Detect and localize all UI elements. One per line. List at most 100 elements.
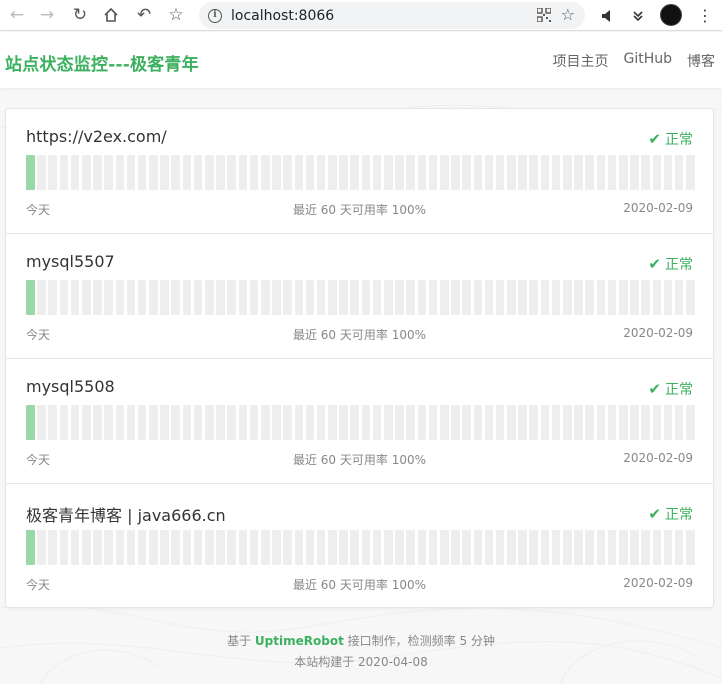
uptime-bar-empty[interactable] (70, 405, 80, 440)
uptime-bar-empty[interactable] (585, 405, 594, 440)
uptime-bar-up[interactable] (26, 530, 35, 565)
uptime-bar-empty[interactable] (395, 280, 404, 315)
uptime-bar-empty[interactable] (607, 155, 617, 190)
uptime-bar-empty[interactable] (227, 155, 236, 190)
uptime-bar-empty[interactable] (417, 280, 427, 315)
uptime-bar-empty[interactable] (316, 155, 326, 190)
uptime-bar-empty[interactable] (585, 155, 594, 190)
uptime-bar-empty[interactable] (260, 280, 270, 315)
uptime-bar-empty[interactable] (104, 280, 113, 315)
uptime-bar-empty[interactable] (540, 405, 550, 440)
qr-code-icon[interactable] (537, 8, 551, 22)
uptime-bar-empty[interactable] (551, 280, 561, 315)
uptime-bar-empty[interactable] (518, 155, 527, 190)
uptime-bar-empty[interactable] (361, 405, 371, 440)
url-text[interactable]: localhost:8066 (231, 8, 334, 24)
uptime-bar-empty[interactable] (182, 280, 192, 315)
uptime-bar-empty[interactable] (674, 530, 684, 565)
uptime-bar-empty[interactable] (641, 280, 650, 315)
uptime-bar-empty[interactable] (70, 155, 80, 190)
uptime-bar-empty[interactable] (618, 280, 628, 315)
uptime-bar-empty[interactable] (149, 405, 158, 440)
uptime-bar-empty[interactable] (249, 155, 259, 190)
uptime-bar-empty[interactable] (495, 155, 505, 190)
uptime-bar-empty[interactable] (551, 405, 561, 440)
uptime-bar-empty[interactable] (563, 405, 572, 440)
uptime-bar-empty[interactable] (462, 530, 471, 565)
uptime-bar-empty[interactable] (674, 280, 684, 315)
uptime-bar-empty[interactable] (630, 405, 639, 440)
uptime-bar-empty[interactable] (81, 155, 91, 190)
uptime-bar-empty[interactable] (674, 405, 684, 440)
uptime-bar-empty[interactable] (48, 155, 57, 190)
uptime-bar-empty[interactable] (238, 530, 248, 565)
uptime-bar-up[interactable] (26, 405, 35, 440)
uptime-bar-empty[interactable] (574, 155, 583, 190)
uptime-bar-empty[interactable] (563, 530, 572, 565)
page-title[interactable]: 站点状态监控---极客青年 (5, 50, 199, 75)
uptime-bar-up[interactable] (26, 155, 35, 190)
uptime-bar-empty[interactable] (495, 405, 505, 440)
menu-icon[interactable]: ⋮ (697, 0, 713, 31)
uptime-bar-empty[interactable] (339, 280, 348, 315)
uptime-bar-empty[interactable] (507, 155, 516, 190)
uptime-bar-empty[interactable] (115, 405, 125, 440)
uptime-bar-empty[interactable] (294, 155, 304, 190)
uptime-bar-empty[interactable] (596, 155, 606, 190)
uptime-bar-empty[interactable] (137, 405, 147, 440)
uptime-bar-empty[interactable] (686, 405, 695, 440)
uptime-bar-empty[interactable] (372, 280, 382, 315)
uptime-bar-empty[interactable] (574, 530, 583, 565)
uptime-bar-empty[interactable] (328, 155, 337, 190)
uptime-bar-empty[interactable] (171, 155, 181, 190)
uptime-bar-empty[interactable] (171, 530, 181, 565)
uptime-bar-empty[interactable] (48, 405, 57, 440)
uptime-bar-empty[interactable] (126, 280, 136, 315)
uptime-bar-empty[interactable] (294, 405, 304, 440)
uptime-bar-empty[interactable] (439, 405, 449, 440)
uptime-bar-empty[interactable] (551, 530, 561, 565)
monitor-name[interactable]: mysql5508 (26, 377, 115, 396)
uptime-bar-empty[interactable] (652, 405, 662, 440)
uptime-bar-empty[interactable] (663, 530, 673, 565)
uptime-bar-empty[interactable] (126, 155, 136, 190)
uptime-bar-empty[interactable] (205, 530, 214, 565)
avatar[interactable] (660, 4, 682, 26)
uptime-bar-empty[interactable] (406, 405, 415, 440)
uptime-bar-empty[interactable] (372, 405, 382, 440)
uptime-bar-empty[interactable] (641, 155, 650, 190)
uptime-bar-empty[interactable] (473, 155, 483, 190)
mute-icon[interactable] (598, 0, 618, 31)
uptime-bar-empty[interactable] (551, 155, 561, 190)
uptime-bar-empty[interactable] (686, 530, 695, 565)
uptime-bar-empty[interactable] (361, 530, 371, 565)
uptime-bar-empty[interactable] (462, 155, 471, 190)
uptime-bar-empty[interactable] (529, 280, 539, 315)
uptime-bar-empty[interactable] (272, 405, 281, 440)
uptime-bar-empty[interactable] (316, 530, 326, 565)
uptime-bar-empty[interactable] (149, 530, 158, 565)
uptime-bar-empty[interactable] (328, 280, 337, 315)
uptime-bar-empty[interactable] (104, 155, 113, 190)
uptime-bar-empty[interactable] (428, 530, 438, 565)
uptime-bar-empty[interactable] (641, 405, 650, 440)
uptime-bar-empty[interactable] (272, 155, 281, 190)
uptime-bar-empty[interactable] (37, 155, 46, 190)
uptime-bar-empty[interactable] (540, 155, 550, 190)
uptime-bar-empty[interactable] (361, 280, 371, 315)
uptime-bar-empty[interactable] (283, 530, 292, 565)
uptime-bar-empty[interactable] (607, 280, 617, 315)
uptime-bar-empty[interactable] (630, 155, 639, 190)
uptime-bar-empty[interactable] (674, 155, 684, 190)
uptime-bar-empty[interactable] (607, 405, 617, 440)
uptime-bar-empty[interactable] (316, 280, 326, 315)
uptime-bar-up[interactable] (26, 280, 35, 315)
bookmark-star-icon[interactable]: ☆ (160, 0, 192, 31)
uptime-bar-empty[interactable] (238, 405, 248, 440)
uptime-bar-empty[interactable] (294, 530, 304, 565)
chevrons-icon[interactable] (628, 0, 648, 31)
uptime-bar-empty[interactable] (652, 280, 662, 315)
uptime-bar-empty[interactable] (518, 405, 527, 440)
uptime-bar-empty[interactable] (473, 405, 483, 440)
uptime-bar-empty[interactable] (395, 155, 404, 190)
